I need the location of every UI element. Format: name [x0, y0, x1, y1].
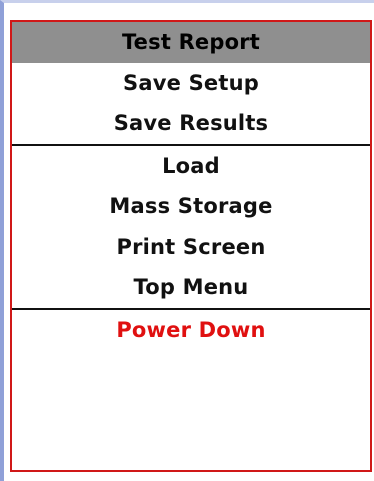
menu-item-load[interactable]: Load — [12, 146, 370, 187]
menu-item-mass-storage[interactable]: Mass Storage — [12, 186, 370, 227]
menu-item-save-results[interactable]: Save Results — [12, 103, 370, 144]
menu-item-print-screen[interactable]: Print Screen — [12, 227, 370, 268]
menu-group-report: Test Report Save Setup Save Results — [12, 22, 370, 144]
menu-item-save-setup[interactable]: Save Setup — [12, 63, 370, 104]
menu-group-storage: Load Mass Storage Print Screen Top Menu — [12, 146, 370, 308]
menu-panel: Test Report Save Setup Save Results Load… — [10, 20, 372, 472]
menu-item-test-report[interactable]: Test Report — [12, 22, 370, 63]
menu-group-power: Power Down — [12, 310, 370, 351]
menu-item-top-menu[interactable]: Top Menu — [12, 267, 370, 308]
menu-item-power-down[interactable]: Power Down — [12, 310, 370, 351]
